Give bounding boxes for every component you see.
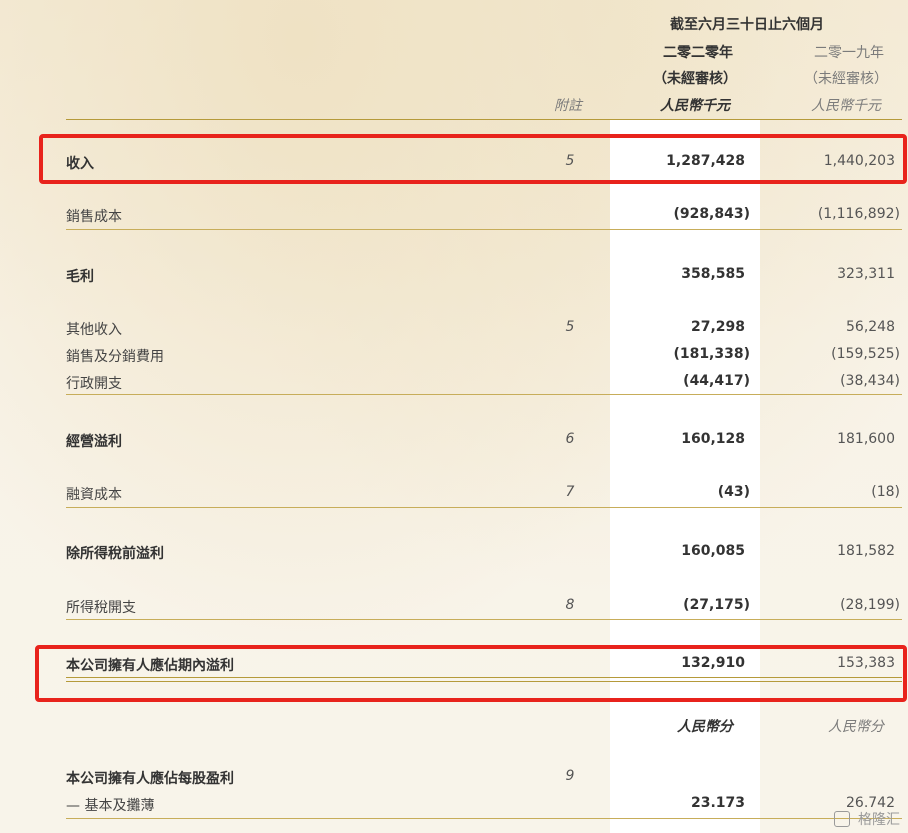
eps-unit-prior: 人民幣分 [828, 719, 884, 735]
row-note-operating-profit: 6 [565, 431, 575, 447]
row-prior-finance-costs: (18) [871, 484, 900, 500]
rule-after-finance-costs [66, 507, 902, 508]
prior-unit: 人民幣千元 [811, 98, 881, 114]
rule-after-cost-of-sales [66, 229, 902, 230]
prior-audit-status: （未經審核） [804, 71, 888, 87]
row-label-operating-profit: 經營溢利 [66, 434, 122, 450]
highlight-box-revenue [39, 134, 907, 184]
eps-note: 9 [565, 768, 575, 784]
background [0, 0, 908, 833]
prior-year: 二零一九年 [814, 45, 884, 61]
row-prior-cost-of-sales: (1,116,892) [817, 206, 900, 222]
current-audit-status: （未經審核） [653, 71, 737, 87]
eps-label: 本公司擁有人應佔每股盈利 [66, 771, 234, 787]
row-label-other-income: 其他收入 [66, 322, 122, 338]
highlight-box-profit [35, 645, 907, 702]
row-prior-operating-profit: 181,600 [837, 431, 895, 447]
row-current-profit-before-tax: 160,085 [681, 543, 745, 559]
watermark-logo-icon [833, 811, 850, 827]
row-current-selling-expenses: (181,338) [673, 346, 750, 362]
row-note-other-income: 5 [565, 319, 575, 335]
rule-after-admin-expenses [66, 394, 902, 395]
eps-current: 23.173 [690, 795, 745, 811]
header-rule [66, 119, 902, 120]
row-label-admin-expenses: 行政開支 [66, 376, 122, 392]
row-current-finance-costs: (43) [717, 484, 750, 500]
row-label-cost-of-sales: 銷售成本 [66, 209, 122, 225]
current-unit: 人民幣千元 [660, 98, 730, 114]
row-note-income-tax: 8 [565, 597, 575, 613]
row-current-income-tax: (27,175) [683, 597, 750, 613]
eps-basic-label: — 基本及攤薄 [66, 798, 155, 814]
row-label-selling-expenses: 銷售及分銷費用 [66, 349, 164, 365]
eps-unit-current: 人民幣分 [677, 719, 733, 735]
row-current-cost-of-sales: (928,843) [673, 206, 750, 222]
note-column-header: 附註 [554, 98, 582, 114]
row-prior-income-tax: (28,199) [840, 597, 900, 613]
row-label-income-tax: 所得稅開支 [66, 600, 136, 616]
row-current-admin-expenses: (44,417) [683, 373, 750, 389]
row-current-other-income: 27,298 [690, 319, 745, 335]
row-label-gross-profit: 毛利 [66, 269, 94, 285]
row-prior-other-income: 56,248 [846, 319, 895, 335]
row-note-finance-costs: 7 [565, 484, 575, 500]
row-prior-selling-expenses: (159,525) [831, 346, 900, 362]
row-current-operating-profit: 160,128 [681, 431, 745, 447]
rule-after-eps [66, 818, 902, 819]
row-prior-profit-before-tax: 181,582 [837, 543, 895, 559]
watermark: 格隆汇 [833, 809, 900, 829]
row-current-gross-profit: 358,585 [681, 266, 745, 282]
row-label-finance-costs: 融資成本 [66, 487, 122, 503]
row-prior-admin-expenses: (38,434) [840, 373, 900, 389]
row-prior-gross-profit: 323,311 [837, 266, 895, 282]
rule-after-income-tax [66, 619, 902, 620]
current-year: 二零二零年 [663, 45, 733, 61]
watermark-text: 格隆汇 [858, 812, 900, 828]
period-heading: 截至六月三十日止六個月 [670, 17, 824, 33]
row-label-profit-before-tax: 除所得稅前溢利 [66, 546, 164, 562]
